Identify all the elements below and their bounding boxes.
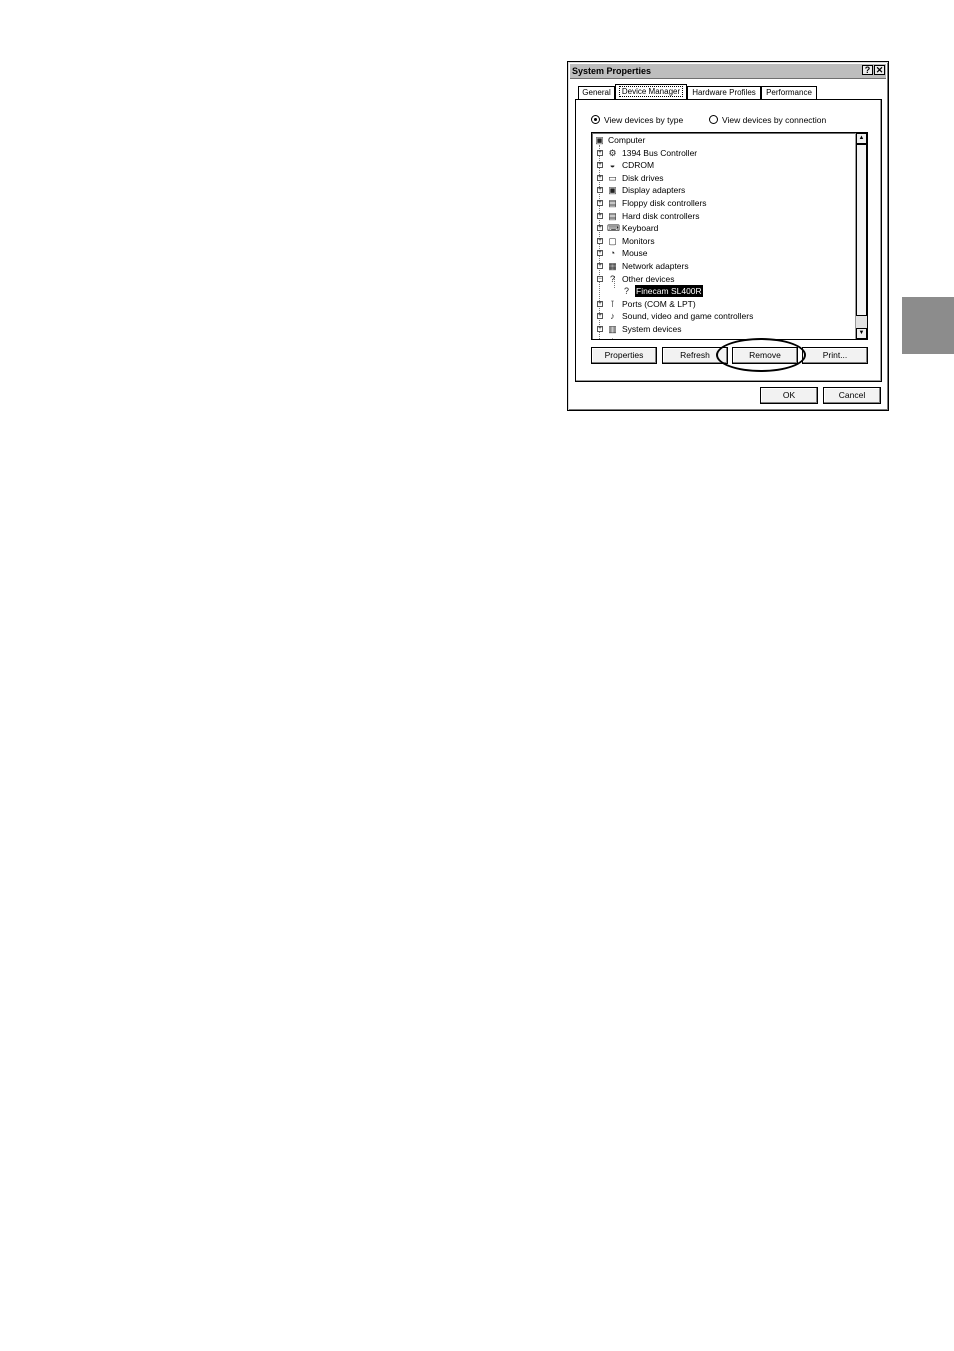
expand-icon[interactable]: +: [597, 174, 603, 181]
remove-highlight-circle: [716, 338, 806, 372]
keyboard-icon: ⌨: [607, 223, 620, 234]
properties-button[interactable]: Properties: [591, 347, 657, 364]
question-icon: ?: [609, 273, 615, 284]
tab-label: Performance: [766, 88, 812, 97]
tab-label: Device Manager: [618, 86, 684, 97]
scroll-up-button[interactable]: ▲: [856, 133, 867, 144]
tree-item-label: CDROM: [622, 160, 655, 171]
expand-icon[interactable]: +: [597, 250, 603, 257]
title-bar: System Properties ? ✕: [570, 64, 886, 79]
close-button[interactable]: ✕: [874, 65, 885, 75]
print-button[interactable]: Print...: [802, 347, 868, 364]
expand-icon[interactable]: +: [597, 338, 603, 339]
expand-icon[interactable]: +: [597, 300, 603, 307]
tree-item-label: Sound, video and game controllers: [622, 311, 754, 322]
expand-icon[interactable]: +: [597, 187, 603, 194]
tree-item-label: Monitors: [622, 235, 655, 246]
chapter-tab-marker: [902, 297, 954, 354]
expand-icon[interactable]: +: [597, 263, 603, 269]
bus-controller-icon: ⚙: [608, 147, 617, 158]
tree-item-label: 1394 Bus Controller: [622, 147, 698, 158]
scroll-down-button[interactable]: ▼: [856, 328, 867, 339]
tree-item-label: Other devices: [622, 273, 675, 284]
mouse-icon: ◔: [609, 248, 616, 259]
device-manager-panel: View devices by type View devices by con…: [575, 99, 882, 382]
view-by-type-radio[interactable]: View devices by type: [591, 114, 683, 126]
tree-item-label: Mouse: [622, 248, 648, 259]
computer-icon: ▣: [595, 135, 604, 145]
expand-icon[interactable]: +: [597, 237, 603, 244]
system-properties-dialog: System Properties ? ✕ General Device Man…: [567, 61, 889, 411]
expand-icon[interactable]: +: [597, 149, 603, 156]
device-tree-list[interactable]: ▣ Computer + ⚙ 1394 Bus Controller + ◒ CDROM +…: [591, 132, 868, 340]
ok-button[interactable]: OK: [760, 387, 818, 404]
expand-icon[interactable]: +: [597, 162, 603, 169]
view-by-connection-radio[interactable]: View devices by connection: [709, 114, 826, 126]
radio-selected-icon: [591, 115, 600, 124]
display-adapter-icon: ▣: [608, 185, 617, 196]
tree-item-label: Computer: [608, 135, 646, 145]
vertical-scrollbar[interactable]: ▲ ▼: [855, 133, 867, 339]
cancel-button[interactable]: Cancel: [823, 387, 881, 404]
collapse-icon[interactable]: −: [597, 275, 603, 282]
tree-item-label: Hard disk controllers: [622, 210, 700, 221]
expand-icon[interactable]: +: [597, 212, 603, 219]
tab-general[interactable]: General: [578, 86, 615, 99]
expand-icon[interactable]: +: [597, 200, 603, 206]
tab-label: Hardware Profiles: [692, 88, 756, 97]
radio-unselected-icon: [709, 115, 718, 124]
tree-item-label: Display adapters: [622, 185, 686, 196]
network-adapter-icon: ▦: [608, 261, 617, 271]
radio-label: View devices by connection: [722, 115, 827, 125]
sound-controller-icon: ♪: [610, 311, 615, 322]
scroll-thumb[interactable]: [856, 144, 867, 316]
selected-device-label: Finecam SL400R: [635, 285, 703, 298]
hard-disk-controller-icon: ▤: [608, 210, 617, 221]
usb-controller-icon: ⚙: [607, 337, 618, 339]
expand-icon[interactable]: +: [597, 326, 603, 332]
dialog-title: System Properties: [572, 66, 652, 76]
system-device-icon: ▥: [608, 324, 617, 334]
tab-device-manager[interactable]: Device Manager: [615, 84, 687, 99]
tree-item-label: Disk drives: [622, 172, 664, 183]
monitor-icon: ▢: [608, 235, 617, 246]
tab-hardware-profiles[interactable]: Hardware Profiles: [687, 86, 761, 99]
tree-item-label: Floppy disk controllers: [622, 198, 707, 208]
tree-item-label: Universal Serial Bus controllers: [622, 336, 740, 339]
tree-item-label: Ports (COM & LPT): [622, 298, 696, 309]
unknown-device-icon: ?: [623, 286, 629, 297]
cdrom-icon: ◒: [609, 160, 616, 171]
radio-label: View devices by type: [604, 115, 684, 125]
tab-label: General: [582, 88, 611, 97]
floppy-controller-icon: ▤: [608, 198, 617, 208]
tab-performance[interactable]: Performance: [761, 86, 817, 99]
expand-icon[interactable]: +: [597, 313, 603, 320]
help-button[interactable]: ?: [862, 65, 873, 75]
tree-item-label: Network adapters: [622, 261, 689, 271]
expand-icon[interactable]: +: [597, 225, 603, 232]
port-icon: ⊺: [610, 298, 615, 309]
tree-item-label: Keyboard: [622, 223, 659, 234]
disk-drive-icon: ▭: [608, 172, 617, 183]
tree-item-label: System devices: [622, 324, 682, 334]
